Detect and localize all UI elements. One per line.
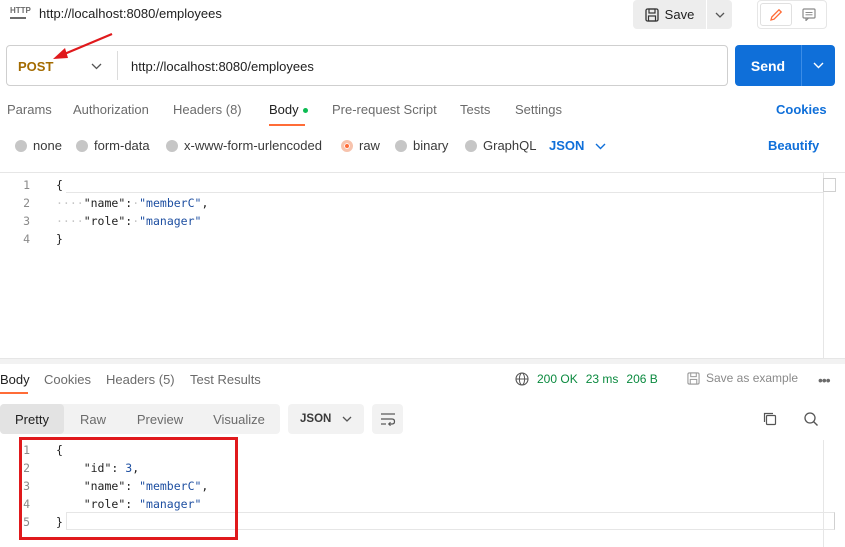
code-line: { <box>56 178 63 192</box>
tab-test-results[interactable]: Test Results <box>190 372 261 387</box>
chevron-down-icon[interactable] <box>595 143 606 150</box>
chevron-down-icon <box>342 416 352 422</box>
save-dropdown-button[interactable] <box>707 0 732 29</box>
more-options-icon[interactable]: ••• <box>818 372 831 388</box>
active-tab-underline <box>0 392 28 394</box>
body-format-select[interactable]: JSON <box>549 138 584 153</box>
status-code[interactable]: 200 OK <box>537 372 578 386</box>
red-arrow-annotation <box>53 32 113 59</box>
response-scrollbar[interactable] <box>823 440 824 547</box>
line-number: 3 <box>23 214 30 228</box>
globe-icon[interactable] <box>515 372 529 386</box>
wrap-lines-button[interactable] <box>372 404 403 434</box>
code-line: } <box>56 232 63 246</box>
radio-graphql[interactable]: GraphQL <box>465 138 536 153</box>
line-number: 1 <box>23 178 30 192</box>
radio-urlencoded[interactable]: x-www-form-urlencoded <box>166 138 322 153</box>
send-dropdown-button[interactable] <box>802 45 835 86</box>
radio-none[interactable]: none <box>15 138 62 153</box>
wrap-icon <box>380 413 395 426</box>
mode-toggle-group <box>757 0 827 29</box>
radio-raw[interactable]: raw <box>341 138 380 153</box>
beautify-button[interactable]: Beautify <box>768 138 819 153</box>
save-as-example-button[interactable]: Save as example <box>687 371 798 385</box>
tab-response-body[interactable]: Body <box>0 372 30 387</box>
save-label: Save <box>664 7 695 22</box>
editor-active-line <box>66 192 823 193</box>
pencil-icon <box>770 8 783 21</box>
tab-response-headers[interactable]: Headers (5) <box>106 372 175 387</box>
comments-button[interactable] <box>794 3 824 26</box>
tab-pre-request-script[interactable]: Pre-request Script <box>332 102 437 117</box>
tab-response-cookies[interactable]: Cookies <box>44 372 91 387</box>
body-indicator-dot <box>302 108 308 114</box>
send-button[interactable]: Send <box>735 45 801 86</box>
tab-body[interactable]: Body <box>269 102 308 117</box>
tab-params[interactable]: Params <box>7 102 52 117</box>
request-tab-title[interactable]: http://localhost:8080/employees <box>39 6 222 21</box>
view-raw-button[interactable]: Raw <box>64 404 122 434</box>
save-icon <box>645 7 659 22</box>
response-view-toggle: Pretty Raw Preview Visualize <box>0 404 280 434</box>
http-icon: HTTP <box>8 4 31 24</box>
response-status-bar: 200 OK 23 ms 206 B <box>515 372 658 386</box>
radio-form-data[interactable]: form-data <box>76 138 150 153</box>
view-pretty-button[interactable]: Pretty <box>0 404 64 434</box>
radio-binary[interactable]: binary <box>395 138 448 153</box>
code-line: ····"role":·"manager" <box>56 214 202 228</box>
save-icon <box>687 371 700 385</box>
line-number: 4 <box>23 232 30 246</box>
cookies-link[interactable]: Cookies <box>776 102 827 117</box>
chevron-down-icon <box>813 62 824 69</box>
request-body-editor[interactable]: 1 { 2 ····"name":·"memberC", 3 ····"role… <box>0 172 845 358</box>
save-button-group[interactable]: Save <box>633 0 732 29</box>
editor-scrollbar[interactable] <box>823 172 824 358</box>
tab-body-label: Body <box>269 102 299 117</box>
chevron-down-icon[interactable] <box>91 63 102 70</box>
active-tab-underline <box>269 124 305 126</box>
method-select[interactable]: POST <box>18 59 53 74</box>
editor-scroll-thumb[interactable] <box>823 178 836 192</box>
pane-divider[interactable] <box>0 358 845 364</box>
response-size[interactable]: 206 B <box>626 372 657 386</box>
tab-authorization[interactable]: Authorization <box>73 102 149 117</box>
line-number: 2 <box>23 196 30 210</box>
tab-headers[interactable]: Headers (8) <box>173 102 242 117</box>
view-visualize-button[interactable]: Visualize <box>198 404 280 434</box>
view-preview-button[interactable]: Preview <box>122 404 198 434</box>
tab-settings[interactable]: Settings <box>515 102 562 117</box>
comment-icon <box>802 8 816 21</box>
response-highlight-box <box>19 437 238 540</box>
save-button[interactable]: Save <box>633 0 706 29</box>
chevron-down-icon <box>715 12 724 18</box>
search-icon[interactable] <box>803 411 819 427</box>
response-format-select[interactable]: JSON <box>288 404 364 434</box>
code-line: ····"name":·"memberC", <box>56 196 209 210</box>
url-input[interactable]: http://localhost:8080/employees <box>131 59 314 74</box>
send-button-group[interactable]: Send <box>735 45 835 86</box>
edit-mode-button[interactable] <box>760 3 792 26</box>
response-time[interactable]: 23 ms <box>586 372 619 386</box>
copy-icon[interactable] <box>762 411 778 427</box>
tab-tests[interactable]: Tests <box>460 102 490 117</box>
